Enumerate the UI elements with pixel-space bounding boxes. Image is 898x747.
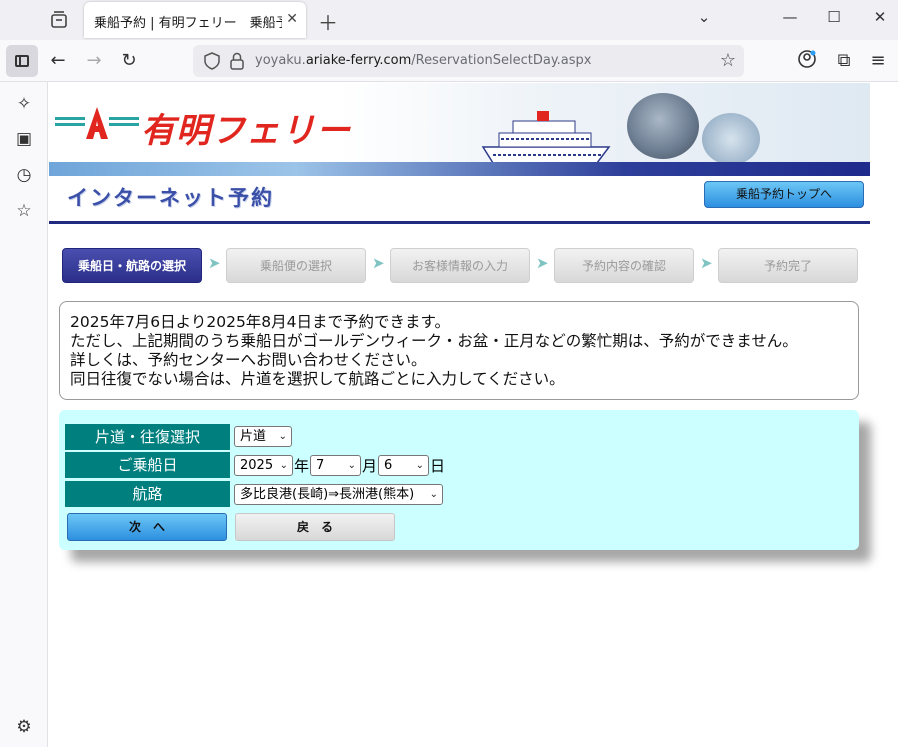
- ariake-logo-icon: [55, 105, 139, 141]
- trip-type-label: 片道・往復選択: [65, 424, 230, 450]
- step-customer-info: お客様情報の入力: [390, 248, 530, 283]
- notice-line: ただし、上記期間のうち乗船日がゴールデンウィーク・お盆・正月などの繁忙期は、予約…: [70, 332, 798, 350]
- step-arrow-icon: ➤: [536, 254, 549, 272]
- chevron-down-icon: ⌄: [415, 460, 424, 471]
- back-arrow-icon[interactable]: ←: [46, 49, 70, 73]
- step-complete: 予約完了: [718, 248, 858, 283]
- browser-tab-bar: 乗船予約 | 有明フェリー 乗船予約 ✕ ＋ ⌄ — ☐ ✕: [0, 0, 898, 40]
- settings-gear-icon[interactable]: ⚙: [13, 716, 35, 738]
- browser-tab-active[interactable]: 乗船予約 | 有明フェリー 乗船予約 ✕: [84, 2, 306, 38]
- history-clock-icon[interactable]: ◷: [13, 164, 35, 186]
- step-arrow-icon: ➤: [372, 254, 385, 272]
- day-value: 6: [384, 458, 393, 473]
- url-host: ariake-ferry.com: [305, 53, 412, 68]
- ai-sparkle-icon[interactable]: ✧: [13, 93, 35, 115]
- step-select-date-route: 乗船日・航路の選択: [62, 248, 202, 283]
- step-arrow-icon: ➤: [700, 254, 713, 272]
- browser-nav-bar: ← → ↻ yoyaku.ariake-ferry.com/Reservatio…: [0, 40, 898, 82]
- step-arrow-icon: ➤: [208, 254, 221, 272]
- sidebar-toggle-button[interactable]: [6, 45, 38, 77]
- route-value: 多比良港(長崎)⇒長洲港(熊本): [240, 487, 415, 502]
- route-select[interactable]: 多比良港(長崎)⇒長洲港(熊本) ⌄: [234, 484, 443, 505]
- ferry-image: [479, 105, 614, 167]
- day-unit: 日: [430, 457, 446, 475]
- bookmark-star-icon[interactable]: ☆: [720, 50, 736, 71]
- month-unit: 月: [362, 457, 378, 475]
- extensions-icon[interactable]: ⧉: [832, 49, 856, 73]
- year-unit: 年: [294, 457, 310, 475]
- chevron-down-icon: ⌄: [278, 431, 287, 442]
- page-subheader: インターネット予約 乗船予約トップへ: [49, 176, 870, 224]
- address-bar[interactable]: yoyaku.ariake-ferry.com/ReservationSelec…: [193, 45, 744, 77]
- bookmarks-star-icon[interactable]: ☆: [13, 200, 35, 222]
- chevron-down-icon: ⌄: [347, 460, 356, 471]
- sidebar-icon: [15, 55, 29, 67]
- web-page: 有明フェリー インターネット予約 乗船予約トップへ 乗船日・航路の選択 ➤ 乗船…: [49, 83, 898, 747]
- tab-title: 乗船予約 | 有明フェリー 乗船予約: [94, 16, 282, 31]
- trip-type-select[interactable]: 片道 ⌄: [234, 426, 292, 447]
- month-select[interactable]: 7 ⌄: [310, 455, 361, 476]
- tab-overflow-chevron-icon[interactable]: ⌄: [692, 8, 716, 26]
- progress-steps: 乗船日・航路の選択 ➤ 乗船便の選択 ➤ お客様情報の入力 ➤ 予約内容の確認 …: [62, 248, 862, 284]
- day-select[interactable]: 6 ⌄: [378, 455, 429, 476]
- tab-list-icon[interactable]: [48, 9, 70, 31]
- minimize-icon[interactable]: —: [778, 8, 802, 26]
- sidebar-rail: ✧ ▣ ◷ ☆ ⚙: [0, 82, 48, 747]
- account-icon[interactable]: [795, 49, 819, 73]
- month-value: 7: [316, 458, 325, 473]
- year-select[interactable]: 2025 ⌄: [234, 455, 293, 476]
- site-banner: 有明フェリー: [49, 83, 870, 176]
- url-prefix: yoyaku.: [255, 53, 306, 68]
- date-label: ご乗船日: [65, 452, 230, 478]
- notice-line: 同日往復でない場合は、片道を選択して航路ごとに入力してください。: [70, 370, 565, 388]
- menu-icon[interactable]: ≡: [866, 49, 890, 73]
- url-path: /ReservationSelectDay.aspx: [411, 53, 592, 68]
- new-tab-icon[interactable]: ＋: [318, 7, 338, 36]
- chevron-down-icon: ⌄: [279, 460, 288, 471]
- notice-line: 2025年7月6日より2025年8月4日まで予約できます。: [70, 313, 450, 331]
- seagull-photo: [702, 113, 760, 165]
- window-close-icon[interactable]: ✕: [868, 8, 892, 26]
- back-button[interactable]: 戻 る: [235, 513, 395, 541]
- lock-icon[interactable]: [229, 52, 245, 70]
- chevron-down-icon: ⌄: [429, 489, 438, 500]
- tab-close-icon[interactable]: ✕: [286, 11, 298, 27]
- maximize-icon[interactable]: ☐: [822, 8, 846, 26]
- synced-tabs-icon[interactable]: ▣: [13, 128, 35, 150]
- banner-stripe: [49, 162, 870, 176]
- year-value: 2025: [240, 458, 274, 473]
- route-label: 航路: [65, 481, 230, 507]
- forward-arrow-icon[interactable]: →: [82, 49, 106, 73]
- shield-icon[interactable]: [203, 52, 221, 70]
- trip-type-value: 片道: [240, 429, 267, 444]
- reload-icon[interactable]: ↻: [117, 49, 141, 73]
- reservation-top-button[interactable]: 乗船予約トップへ: [704, 181, 864, 208]
- passenger-seagull-photo: [627, 93, 699, 159]
- next-button[interactable]: 次 へ: [67, 513, 227, 541]
- notice-line: 詳しくは、予約センターへお問い合わせください。: [70, 351, 427, 369]
- step-select-sailing: 乗船便の選択: [226, 248, 366, 283]
- reservation-form: 片道・往復選択 片道 ⌄ ご乗船日 2025 ⌄ 年 7 ⌄ 月 6 ⌄ 日 航…: [59, 410, 859, 550]
- url-text: yoyaku.ariake-ferry.com/ReservationSelec…: [255, 53, 591, 68]
- page-title: インターネット予約: [67, 186, 274, 210]
- notice-box: 2025年7月6日より2025年8月4日まで予約できます。 ただし、上記期間のう…: [59, 301, 859, 400]
- step-confirm: 予約内容の確認: [554, 248, 694, 283]
- logo-text: 有明フェリー: [141, 111, 351, 151]
